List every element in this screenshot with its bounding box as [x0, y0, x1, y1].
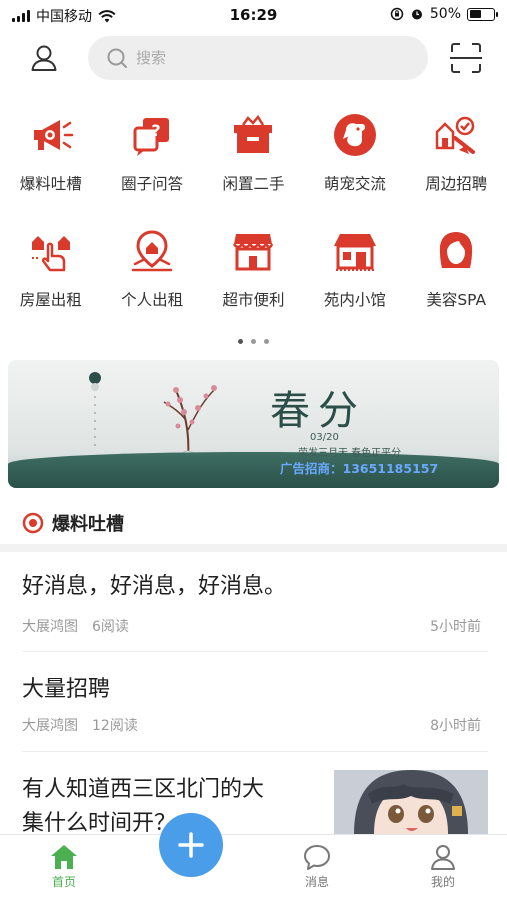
section-title: 爆料吐槽	[52, 514, 124, 535]
megaphone-icon	[33, 120, 73, 150]
category-item-house-rent[interactable]: 房屋出租	[0, 228, 101, 344]
scan-icon[interactable]	[448, 40, 484, 76]
section-header: 爆料吐槽	[22, 510, 124, 536]
news-author: 大展鸿图	[22, 718, 78, 734]
category-row: 房屋出租 个人出租 超市便利 苑内小馆 美容SPA	[0, 228, 507, 344]
beauty-icon	[440, 232, 473, 268]
news-title: 大量招聘	[22, 677, 111, 702]
category-label: 圈子问答	[121, 175, 184, 193]
search-input[interactable]	[136, 49, 386, 67]
plus-icon	[178, 832, 204, 858]
svg-text:?: ?	[151, 121, 160, 140]
tab-profile[interactable]: 我的	[403, 843, 483, 890]
location-house-icon	[131, 230, 173, 272]
recruit-icon	[436, 116, 476, 154]
list-divider	[22, 651, 488, 652]
search-icon	[107, 48, 127, 68]
status-right: 50%	[390, 6, 498, 22]
news-title: 好消息，好消息，好消息。	[22, 574, 287, 599]
category-item-complaints[interactable]: 爆料吐槽	[0, 112, 101, 228]
store-icon	[233, 234, 274, 271]
page-dot[interactable]	[264, 339, 269, 344]
category-item-restaurant[interactable]: 苑内小馆	[304, 228, 405, 344]
news-author: 大展鸿图	[22, 619, 78, 635]
home-icon	[51, 845, 77, 869]
category-label: 房屋出租	[19, 291, 82, 309]
qa-icon: ?	[133, 118, 170, 156]
tab-label: 消息	[304, 875, 329, 889]
profile-icon	[431, 845, 455, 870]
category-label: 爆料吐槽	[19, 175, 82, 193]
page-dot[interactable]	[251, 339, 256, 344]
add-post-button[interactable]	[159, 813, 223, 877]
top-header	[0, 34, 507, 82]
category-label: 苑内小馆	[323, 291, 386, 309]
status-bar: 中国移动 16:29 50%	[0, 0, 507, 32]
news-title: 有人知道西三区北门的大	[22, 777, 265, 802]
tab-messages[interactable]: 消息	[277, 843, 357, 890]
battery-percent: 50%	[429, 6, 461, 22]
category-item-secondhand[interactable]: 闲置二手	[203, 112, 304, 228]
box-icon	[234, 114, 273, 153]
category-label: 周边招聘	[425, 175, 488, 193]
orientation-lock-icon	[390, 7, 404, 21]
shop-icon	[333, 234, 376, 271]
section-divider	[0, 544, 507, 552]
category-item-beauty[interactable]: 美容SPA	[406, 228, 507, 344]
user-icon[interactable]	[28, 42, 60, 74]
pet-icon	[333, 114, 376, 156]
list-divider	[22, 751, 488, 752]
news-reads: 6阅读	[92, 619, 129, 635]
news-time: 8小时前	[430, 718, 481, 734]
page-dot[interactable]	[238, 339, 243, 344]
category-label: 个人出租	[121, 291, 184, 309]
news-thumbnail	[334, 770, 488, 834]
anime-girl-image	[334, 770, 488, 834]
category-grid: 爆料吐槽 ? 圈子问答 闲置二手 萌宠交流 周边招聘 房屋出租 个人出租 超市便…	[0, 112, 507, 344]
tab-label: 我的	[430, 875, 455, 889]
category-item-personal-rent[interactable]: 个人出租	[101, 228, 202, 344]
category-label: 闲置二手	[222, 175, 285, 193]
banner-title: 春分	[270, 388, 366, 434]
banner-ad-text: 广告招商：13651185157	[280, 461, 439, 476]
banner-date: 03/20	[310, 432, 339, 443]
category-label: 美容SPA	[426, 291, 487, 309]
category-label: 超市便利	[222, 291, 285, 309]
battery-icon	[467, 7, 498, 21]
search-bar[interactable]	[88, 36, 428, 80]
category-label: 萌宠交流	[323, 175, 386, 193]
target-icon	[22, 512, 44, 534]
category-item-supermarket[interactable]: 超市便利	[203, 228, 304, 344]
category-row: 爆料吐槽 ? 圈子问答 闲置二手 萌宠交流 周边招聘	[0, 112, 507, 228]
category-item-pets[interactable]: 萌宠交流	[304, 112, 405, 228]
house-rent-icon	[31, 236, 70, 272]
bottom-tab-bar: 首页 消息 我的	[0, 813, 507, 900]
news-meta: 大展鸿图 12阅读	[22, 715, 138, 735]
news-title: 集什么时间开？	[22, 811, 177, 836]
promo-banner[interactable]: 春分 03/20 荣发三月天 春色正平分 广告招商：13651185157	[8, 360, 499, 488]
tab-label: 首页	[51, 875, 76, 889]
alarm-icon	[411, 9, 422, 20]
page-indicator	[0, 339, 507, 344]
news-meta: 大展鸿图 6阅读	[22, 616, 129, 636]
message-icon	[304, 845, 330, 870]
category-item-qa[interactable]: ? 圈子问答	[101, 112, 202, 228]
news-reads: 12阅读	[92, 718, 138, 734]
category-item-recruitment[interactable]: 周边招聘	[406, 112, 507, 228]
banner-subtitle: 荣发三月天 春色正平分	[298, 448, 402, 459]
news-time: 5小时前	[430, 619, 481, 635]
tab-home[interactable]: 首页	[24, 843, 104, 890]
